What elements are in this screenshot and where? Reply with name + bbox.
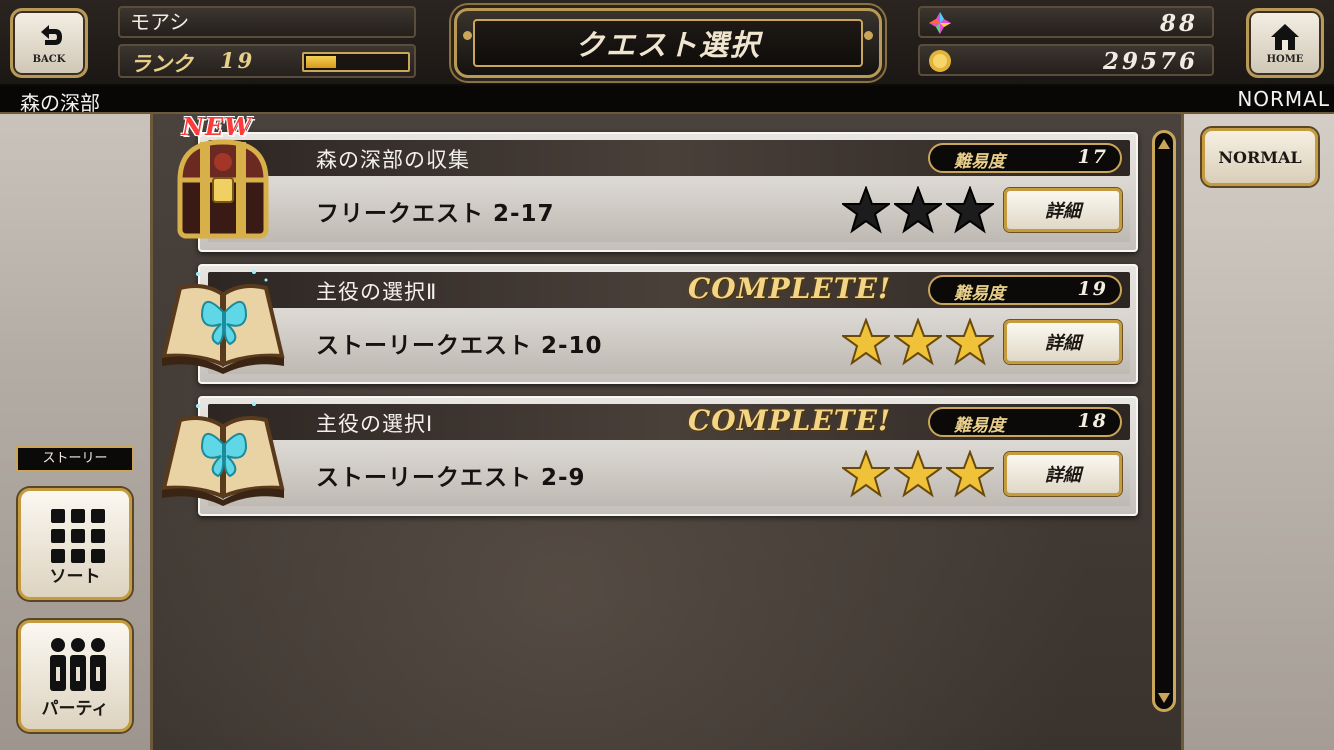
quest-subtitle: フリークエスト 2-17 <box>316 201 555 227</box>
area-bar: 森の深部 NORMAL <box>0 86 1334 115</box>
quest-body: ストーリークエスト 2-10 詳細 <box>208 312 1130 374</box>
quest-row[interactable]: 主役の選択Ⅱ COMPLETE! 難易度 19 ストーリークエスト 2-10 詳… <box>161 264 1138 384</box>
quest-body: フリークエスト 2-17 詳細 <box>208 180 1130 242</box>
title-plate: クエスト選択 <box>454 8 882 78</box>
difficulty-mode-button[interactable]: NORMAL <box>1202 128 1318 186</box>
player-rank: ランク 19 <box>118 44 416 78</box>
title-ornament-dot <box>463 31 472 40</box>
scroll-down-icon[interactable] <box>1158 693 1170 703</box>
quest-name: 森の深部の収集 <box>316 148 470 172</box>
detail-button[interactable]: 詳細 <box>1004 452 1122 496</box>
gem-count: 88 <box>1159 10 1198 37</box>
gold-count: 29576 <box>1102 48 1198 75</box>
detail-label: 詳細 <box>1045 201 1081 222</box>
quest-title-bar: 森の深部の収集 難易度 17 <box>208 140 1130 176</box>
back-label: BACK <box>32 53 66 65</box>
difficulty-label: 難易度 <box>954 284 1005 304</box>
new-badge: NEW <box>182 112 253 141</box>
star-icon <box>946 186 994 234</box>
quest-title-bar: 主役の選択Ⅱ COMPLETE! 難易度 19 <box>208 272 1130 308</box>
area-name: 森の深部 <box>20 91 100 115</box>
difficulty-label: 難易度 <box>954 416 1005 436</box>
complete-badge: COMPLETE! <box>688 272 892 305</box>
quest-list-scrollbar[interactable] <box>1152 130 1176 712</box>
quest-subtitle: ストーリークエスト 2-10 <box>316 333 603 359</box>
rank-exp-fill <box>306 56 336 68</box>
home-icon <box>1271 23 1299 50</box>
sort-button[interactable]: ソート <box>18 488 132 600</box>
header-bar: BACK モアシ ランク 19 クエスト選択 88 29576 HOME <box>0 0 1334 86</box>
detail-label: 詳細 <box>1045 333 1081 354</box>
rank-value: 19 <box>220 48 256 73</box>
star-icon <box>894 318 942 366</box>
quest-subtitle: ストーリークエスト 2-9 <box>316 465 586 491</box>
quest-title-bar: 主役の選択Ⅰ COMPLETE! 難易度 18 <box>208 404 1130 440</box>
star-icon <box>946 318 994 366</box>
party-button[interactable]: パーティ <box>18 620 132 732</box>
quest-stars <box>842 186 994 236</box>
star-icon <box>842 186 890 234</box>
player-info: モアシ ランク 19 <box>118 6 418 78</box>
gold-coin-icon <box>929 50 951 72</box>
detail-button[interactable]: 詳細 <box>1004 188 1122 232</box>
quest-row[interactable]: 森の深部の収集 難易度 17 フリークエスト 2-17 詳細 NEW <box>177 112 1138 252</box>
sort-label: ソート <box>49 567 101 587</box>
title-inner: クエスト選択 <box>473 19 863 67</box>
difficulty-value: 19 <box>1077 278 1108 300</box>
quest-name: 主役の選択Ⅰ <box>316 412 434 436</box>
rainbow-gem-icon <box>929 12 951 34</box>
rank-exp-bar <box>302 52 410 72</box>
home-button[interactable]: HOME <box>1246 8 1324 78</box>
star-icon <box>894 450 942 498</box>
star-icon <box>894 186 942 234</box>
open-book-butterfly-icon <box>161 270 285 374</box>
party-label: パーティ <box>41 699 109 719</box>
home-label: HOME <box>1266 53 1304 65</box>
open-book-butterfly-icon <box>161 402 285 506</box>
grid-icon <box>51 509 105 563</box>
scroll-up-icon[interactable] <box>1158 139 1170 149</box>
back-arrow-icon <box>41 24 62 45</box>
screen-title: クエスト選択 <box>574 28 761 62</box>
gem-counter: 88 <box>918 6 1214 38</box>
quest-filter-label: ストーリー <box>16 446 134 472</box>
difficulty-badge: 難易度 17 <box>928 143 1122 173</box>
player-name: モアシ <box>118 6 416 38</box>
party-members-icon <box>50 638 106 691</box>
quest-name: 主役の選択Ⅱ <box>316 280 438 304</box>
difficulty-label: 難易度 <box>954 152 1005 172</box>
difficulty-value: 17 <box>1077 146 1108 168</box>
complete-badge: COMPLETE! <box>688 404 892 437</box>
title-ornament-dot <box>864 31 873 40</box>
difficulty-value: 18 <box>1077 410 1108 432</box>
rank-label: ランク <box>130 51 193 76</box>
gold-counter: 29576 <box>918 44 1214 76</box>
star-icon <box>946 450 994 498</box>
star-icon <box>842 450 890 498</box>
detail-button[interactable]: 詳細 <box>1004 320 1122 364</box>
difficulty-badge: 難易度 19 <box>928 275 1122 305</box>
treasure-chest-icon <box>177 139 269 239</box>
difficulty-mode-label: NORMAL <box>1218 147 1302 167</box>
back-button[interactable]: BACK <box>10 8 88 78</box>
star-icon <box>842 318 890 366</box>
right-side-panel <box>1184 114 1334 750</box>
detail-label: 詳細 <box>1045 465 1081 486</box>
quest-stars <box>842 318 994 368</box>
quest-row[interactable]: 主役の選択Ⅰ COMPLETE! 難易度 18 ストーリークエスト 2-9 詳細 <box>161 396 1138 516</box>
difficulty-badge: 難易度 18 <box>928 407 1122 437</box>
quest-body: ストーリークエスト 2-9 詳細 <box>208 444 1130 506</box>
quest-stars <box>842 450 994 500</box>
mode-name: NORMAL <box>1237 87 1330 111</box>
